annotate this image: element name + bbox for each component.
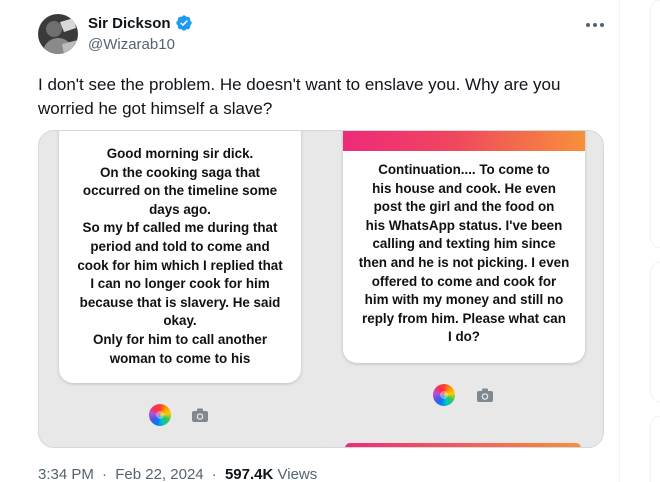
tweet-time[interactable]: 3:34 PM: [38, 466, 94, 482]
story-text-line: reply from him. Please what can: [362, 310, 566, 326]
more-options-icon[interactable]: [584, 16, 606, 34]
tweet-meta: 3:34 PM · Feb 22, 2024 · 597.4K Views: [38, 466, 317, 482]
story-text-line: So my bf called me during that: [82, 220, 278, 236]
author-name-link[interactable]: Sir Dickson: [88, 14, 193, 32]
story-card-left: Good morning sir dick. On the cooking sag…: [59, 131, 301, 383]
camera-icon: [477, 388, 493, 402]
sidebar-card: [650, 262, 660, 402]
media-gallery[interactable]: Good morning sir dick. On the cooking sag…: [38, 130, 604, 448]
story-text-line: offered to come and cook for: [371, 273, 557, 289]
author-handle[interactable]: @Wizarab10: [88, 36, 175, 53]
story-gradient-bar: [343, 131, 585, 151]
story-text-line: woman to come to his: [109, 350, 251, 366]
story-text-line: occurred on the timeline some: [82, 183, 278, 199]
tweet-post: Sir Dickson @Wizarab10 I don't see the p…: [0, 0, 620, 482]
verified-badge-icon[interactable]: [175, 14, 193, 32]
color-wheel-icon: [149, 404, 171, 426]
story-text-line: because that is slavery. He said: [79, 294, 281, 310]
story-text-line: okay.: [163, 313, 197, 329]
story-text-line: his house and cook. He even: [372, 180, 556, 196]
tweet-text: I don't see the problem. He doesn't want…: [38, 75, 561, 118]
story-text-line: Continuation.... To come to: [378, 162, 550, 177]
story-text-line: him with my money and still no: [364, 292, 564, 308]
tweet-date[interactable]: Feb 22, 2024: [115, 466, 203, 482]
story-text-line: then and he is not picking. I even: [358, 254, 570, 270]
story-card-right: Continuation.... To come to his house and…: [343, 131, 585, 363]
story-text-line: On the cooking saga that: [100, 164, 260, 180]
story-text-line: I can no longer cook for him: [90, 276, 270, 292]
author-avatar[interactable]: [38, 14, 78, 54]
camera-icon: [192, 408, 208, 422]
next-story-strip: [345, 443, 581, 447]
story-text-line: cook for him which I replied that: [77, 257, 283, 273]
story-text-line: Good morning sir dick.: [106, 146, 254, 161]
story-text-line: days ago.: [149, 201, 211, 217]
sidebar-card: [650, 416, 660, 482]
story-text-line: I do?: [448, 329, 480, 345]
meta-separator: ·: [102, 466, 108, 482]
views-count: 597.4K: [224, 466, 274, 482]
sidebar-card: [650, 0, 660, 248]
story-text-line: post the girl and the food on: [373, 199, 555, 215]
views-label: Views: [277, 466, 318, 482]
media-image-left[interactable]: Good morning sir dick. On the cooking sag…: [39, 131, 321, 447]
avatar-photo-icon: [38, 14, 78, 54]
color-wheel-icon: [433, 384, 455, 406]
right-sidebar-edge: [650, 0, 660, 482]
media-image-right[interactable]: Continuation.... To come to his house and…: [323, 131, 603, 447]
author-name: Sir Dickson: [88, 14, 171, 32]
story-text-line: his WhatsApp status. I've been: [365, 217, 563, 233]
meta-separator: ·: [211, 466, 217, 482]
story-text-line: period and told to come and: [90, 238, 270, 254]
story-text-line: Only for him to call another: [92, 331, 268, 347]
story-text-line: calling and texting him since: [372, 236, 556, 252]
